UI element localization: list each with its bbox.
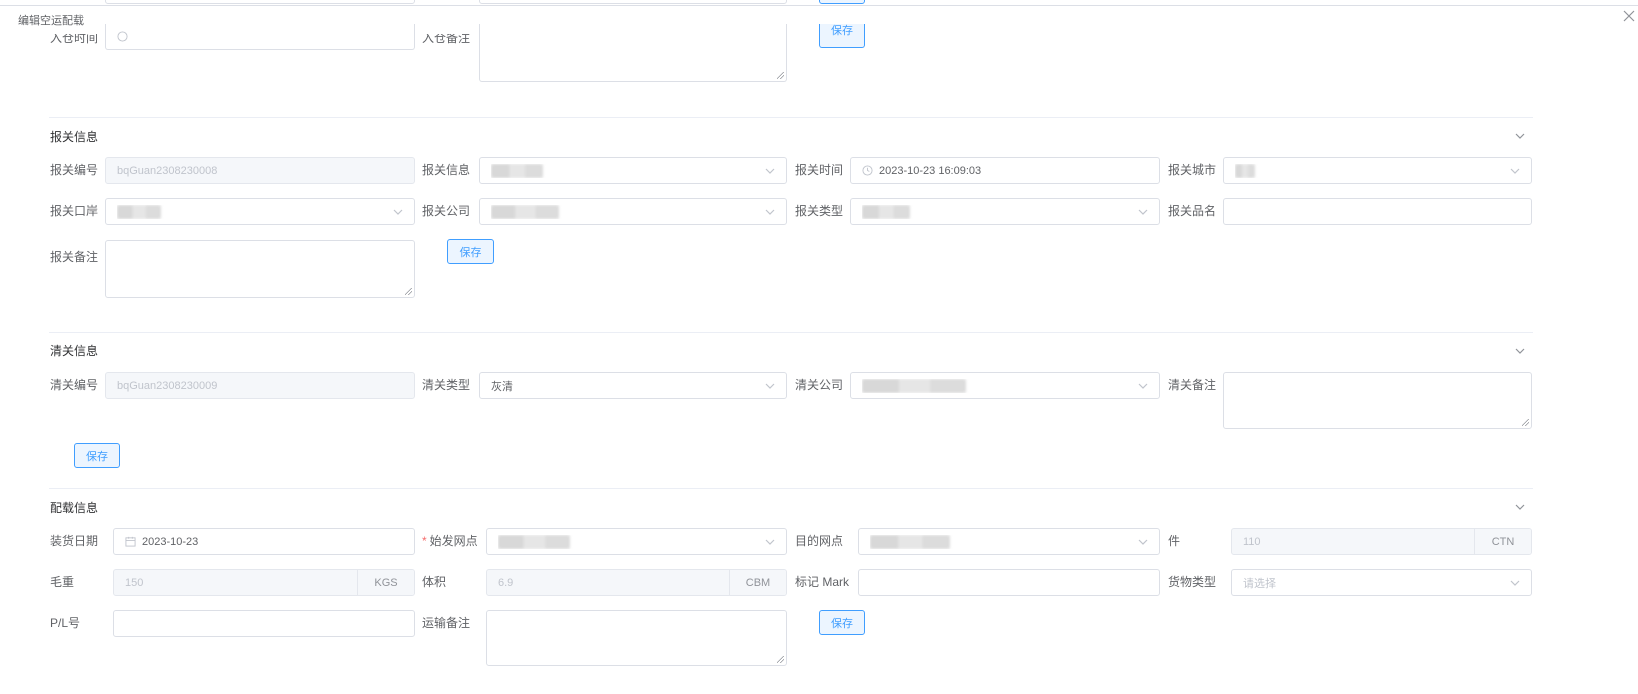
chevron-down-icon <box>765 168 775 174</box>
cargo-type-label: 货物类型 <box>1168 575 1217 589</box>
calendar-icon <box>125 536 136 547</box>
declaration-type-select[interactable] <box>850 198 1160 225</box>
clearance-type-label: 清关类型 <box>422 378 471 392</box>
declaration-note-label: 报关备注 <box>50 250 99 264</box>
chevron-down-icon <box>1510 168 1520 174</box>
transport-note-textarea[interactable] <box>486 610 787 666</box>
declaration-company-select[interactable] <box>479 198 787 225</box>
warehouse-row-partial: 入仓时间 入仓备注 保存 <box>0 24 1638 86</box>
destination-select[interactable] <box>858 528 1160 555</box>
clearance-no-input[interactable]: bqGuan2308230009 <box>105 372 415 399</box>
declaration-info-label: 报关信息 <box>422 163 471 177</box>
clearance-save-button[interactable]: 保存 <box>74 443 120 468</box>
clearance-note-textarea[interactable] <box>1223 372 1532 429</box>
clearance-no-label: 清关编号 <box>50 378 99 392</box>
pieces-unit: CTN <box>1474 529 1531 554</box>
clearance-type-select[interactable]: 灰清 <box>479 372 787 399</box>
declaration-save-button[interactable]: 保存 <box>447 239 494 264</box>
scrolled-input-ghost <box>479 0 787 4</box>
origin-label: * 始发网点 <box>422 534 478 548</box>
declaration-port-select[interactable] <box>105 198 415 225</box>
declaration-type-label: 报关类型 <box>795 204 844 218</box>
declaration-info-select[interactable] <box>479 157 787 184</box>
collapse-chevron-icon[interactable] <box>1514 345 1528 359</box>
transport-note-label: 运输备注 <box>422 616 471 630</box>
chevron-down-icon <box>1138 209 1148 215</box>
warehouse-note-textarea[interactable] <box>479 24 787 82</box>
redacted-value <box>1235 163 1255 178</box>
collapse-chevron-icon[interactable] <box>1514 501 1528 515</box>
chevron-down-icon <box>1138 383 1148 389</box>
scrolled-save-ghost <box>819 0 865 4</box>
section-title-customs-clearance: 清关信息 <box>50 344 99 358</box>
chevron-down-icon <box>765 209 775 215</box>
chevron-down-icon <box>765 539 775 545</box>
scrolled-top-edge <box>0 0 1638 6</box>
clearance-note-label: 清关备注 <box>1168 378 1217 392</box>
redacted-value <box>491 204 559 219</box>
scrolled-input-ghost <box>105 0 415 4</box>
declaration-city-label: 报关城市 <box>1168 163 1217 177</box>
gross-weight-input[interactable]: 150 KGS <box>113 569 415 596</box>
chevron-down-icon <box>1510 580 1520 586</box>
section-divider <box>49 332 1533 333</box>
pieces-label: 件 <box>1168 534 1181 548</box>
section-divider <box>49 488 1533 489</box>
warehouse-time-input[interactable] <box>105 24 415 50</box>
clock-icon <box>117 30 128 42</box>
warehouse-time-label: 入仓时间 <box>50 31 99 45</box>
pieces-input[interactable]: 110 CTN <box>1231 528 1532 555</box>
declaration-no-input[interactable]: bqGuan2308230008 <box>105 157 415 184</box>
declaration-product-input[interactable] <box>1223 198 1532 225</box>
declaration-no-label: 报关编号 <box>50 163 99 177</box>
section-divider <box>49 117 1533 118</box>
gross-weight-label: 毛重 <box>50 575 75 589</box>
volume-label: 体积 <box>422 575 447 589</box>
declaration-city-select[interactable] <box>1223 157 1532 184</box>
declaration-note-textarea[interactable] <box>105 240 415 298</box>
redacted-value <box>491 163 543 178</box>
declaration-port-label: 报关口岸 <box>50 204 99 218</box>
chevron-down-icon <box>393 209 403 215</box>
destination-label: 目的网点 <box>795 534 844 548</box>
redacted-value <box>870 534 950 549</box>
redacted-value <box>862 204 910 219</box>
warehouse-note-label: 入仓备注 <box>422 31 471 45</box>
clearance-company-select[interactable] <box>850 372 1160 399</box>
declaration-time-label: 报关时间 <box>795 163 844 177</box>
loading-date-picker[interactable]: 2023-10-23 <box>113 528 415 555</box>
volume-unit: CBM <box>729 570 786 595</box>
redacted-value <box>498 534 570 549</box>
declaration-product-label: 报关品名 <box>1168 204 1217 218</box>
loading-save-button[interactable]: 保存 <box>819 610 865 635</box>
origin-select[interactable] <box>486 528 787 555</box>
declaration-company-label: 报关公司 <box>422 204 471 218</box>
pl-no-label: P/L号 <box>50 616 81 630</box>
collapse-chevron-icon[interactable] <box>1514 130 1528 144</box>
clock-icon <box>862 165 873 176</box>
chevron-down-icon <box>765 383 775 389</box>
redacted-value <box>862 378 966 393</box>
mark-input[interactable] <box>858 569 1160 596</box>
gross-weight-unit: KGS <box>357 570 414 595</box>
section-title-loading: 配载信息 <box>50 501 99 515</box>
mark-label: 标记 Mark <box>795 575 850 589</box>
cargo-type-select[interactable]: 请选择 <box>1231 569 1532 596</box>
declaration-time-picker[interactable]: 2023-10-23 16:09:03 <box>850 157 1160 184</box>
loading-date-label: 装货日期 <box>50 534 99 548</box>
volume-input[interactable]: 6.9 CBM <box>486 569 787 596</box>
section-title-customs-declaration: 报关信息 <box>50 130 99 144</box>
warehouse-save-button[interactable]: 保存 <box>819 24 865 48</box>
redacted-value <box>117 204 161 219</box>
pl-no-input[interactable] <box>113 610 415 637</box>
chevron-down-icon <box>1138 539 1148 545</box>
clearance-company-label: 清关公司 <box>795 378 844 392</box>
